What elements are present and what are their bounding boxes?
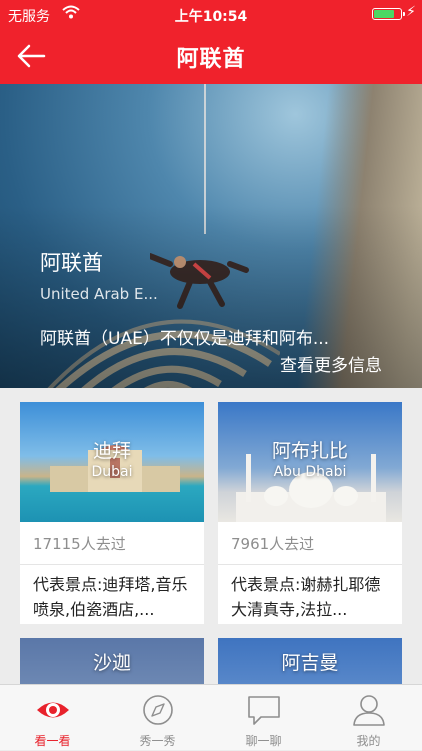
- tab-label: 秀一秀: [139, 734, 176, 748]
- visit-count: 7961人去过: [231, 535, 315, 553]
- destination-photo: 迪拜 Dubai: [20, 402, 204, 522]
- tab-look[interactable]: 看一看: [0, 685, 105, 751]
- destination-name-en: Dubai: [91, 464, 133, 480]
- chat-bubble-icon: [248, 696, 280, 725]
- tab-bar: 看一看 秀一秀 聊一聊 我的: [0, 684, 422, 750]
- destination-card-dubai[interactable]: 迪拜 Dubai 17115人去过 代表景点:迪拜塔,音乐喷泉,伯瓷酒店,...: [20, 402, 204, 624]
- tab-chat[interactable]: 聊一聊: [211, 685, 316, 751]
- destination-photo: 阿吉曼: [218, 638, 402, 688]
- view-more-link[interactable]: 查看更多信息: [280, 351, 382, 376]
- tab-show[interactable]: 秀一秀: [105, 685, 210, 751]
- status-time: 上午10:54: [174, 9, 248, 25]
- nav-bar: 阿联酋: [0, 28, 422, 84]
- divider: [218, 564, 402, 565]
- destination-card-abu-dhabi[interactable]: 阿布扎比 Abu Dhabi 7961人去过 代表景点:谢赫扎耶德大清真寺,法拉…: [218, 402, 402, 624]
- hero-description: 阿联酋（UAE）不仅仅是迪拜和阿布...: [40, 329, 330, 349]
- destination-highlights: 代表景点:谢赫扎耶德大清真寺,法拉...: [231, 575, 381, 619]
- destination-name: 阿布扎比: [271, 440, 348, 462]
- compass-icon: [143, 695, 173, 725]
- tab-me[interactable]: 我的: [316, 685, 421, 751]
- tab-label: 聊一聊: [245, 734, 282, 748]
- hero-banner[interactable]: 阿联酋 United Arab E... 阿联酋（UAE）不仅仅是迪拜和阿布..…: [0, 84, 422, 388]
- charging-icon: ⚡: [406, 4, 416, 20]
- page-title: 阿联酋: [176, 47, 246, 72]
- user-icon: [353, 695, 385, 726]
- battery-icon: [372, 8, 405, 20]
- eye-icon: [37, 702, 69, 718]
- hero-title: 阿联酋: [40, 251, 103, 275]
- destination-name: 沙迦: [92, 652, 131, 674]
- destination-card-ajman[interactable]: 阿吉曼: [218, 638, 402, 688]
- destination-card-sharjah[interactable]: 沙迦: [20, 638, 204, 688]
- destination-photo: 阿布扎比 Abu Dhabi: [218, 402, 402, 522]
- tab-label: 看一看: [34, 734, 71, 748]
- destination-highlights: 代表景点:迪拜塔,音乐喷泉,伯瓷酒店,...: [33, 575, 188, 619]
- destination-name: 迪拜: [92, 440, 131, 462]
- divider: [20, 564, 204, 565]
- hero-subtitle: United Arab E...: [40, 285, 158, 303]
- destination-photo: 沙迦: [20, 638, 204, 688]
- status-bar: 无服务 上午10:54 ⚡: [0, 0, 422, 28]
- destination-name: 阿吉曼: [281, 652, 339, 674]
- destination-name-en: Abu Dhabi: [273, 464, 347, 480]
- tab-label: 我的: [356, 734, 381, 748]
- visit-count: 17115人去过: [33, 535, 126, 553]
